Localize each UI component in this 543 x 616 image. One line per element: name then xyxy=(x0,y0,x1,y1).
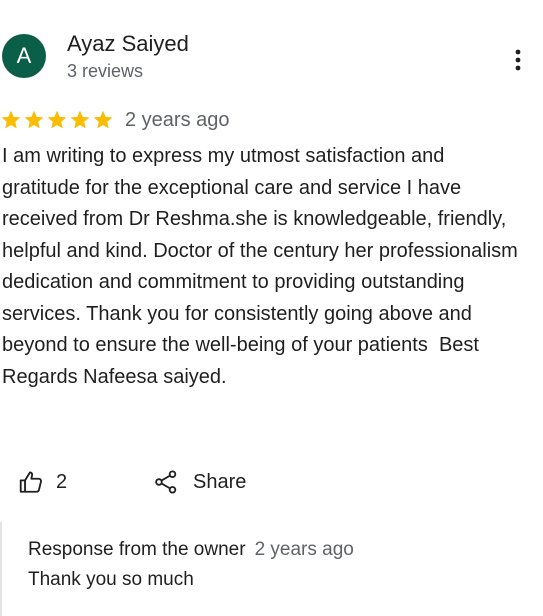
share-label: Share xyxy=(193,470,247,493)
more-options-button[interactable] xyxy=(504,42,532,78)
reviewer-header: A Ayaz Saiyed 3 reviews xyxy=(0,28,543,84)
like-button[interactable]: 2 xyxy=(18,466,67,498)
reviewer-review-count: 3 reviews xyxy=(67,61,144,81)
owner-response-header: Response from the owner 2 years ago xyxy=(28,537,354,563)
reviewer-name[interactable]: Ayaz Saiyed xyxy=(67,30,189,58)
star-icon xyxy=(1,110,21,129)
owner-response: Response from the owner 2 years ago Thank… xyxy=(0,522,543,616)
star-icon xyxy=(24,110,44,129)
review-text: I am writing to express my utmost satisf… xyxy=(2,145,524,388)
more-vertical-icon xyxy=(515,49,521,71)
rating-row: 2 years ago xyxy=(0,106,230,134)
review-date: 2 years ago xyxy=(125,109,230,131)
star-rating xyxy=(0,109,114,131)
star-icon xyxy=(93,110,113,129)
owner-response-title: Response from the owner xyxy=(28,539,246,560)
owner-response-text: Thank you so much xyxy=(28,569,194,590)
owner-response-date: 2 years ago xyxy=(254,539,354,560)
review-actions: 2 Share xyxy=(0,462,543,502)
share-button[interactable]: Share xyxy=(153,466,246,498)
star-icon xyxy=(47,110,67,129)
avatar[interactable]: A xyxy=(2,34,46,78)
star-icon xyxy=(70,110,90,129)
thumbs-up-icon xyxy=(19,471,42,493)
like-count: 2 xyxy=(56,470,68,493)
share-icon xyxy=(155,470,177,494)
